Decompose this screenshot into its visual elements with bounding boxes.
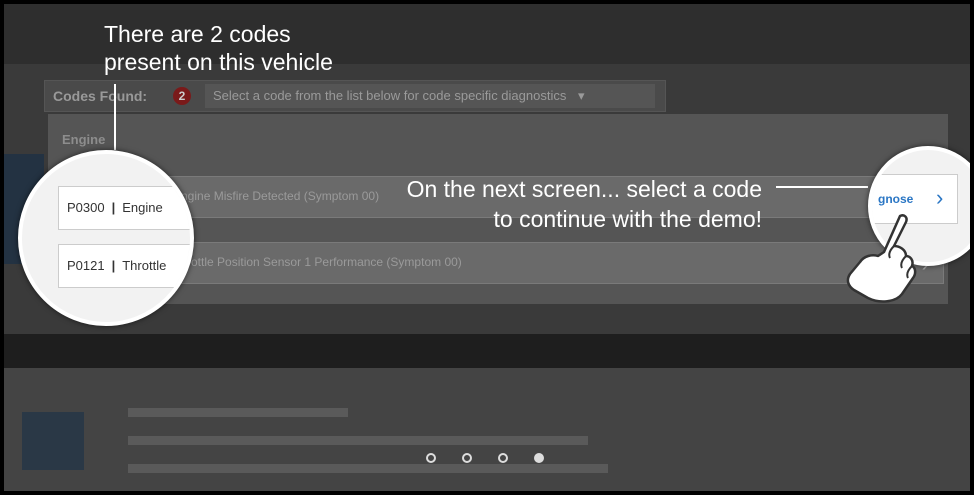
code-row-p0121[interactable]: P0121 | Throttle <box>58 244 190 288</box>
magnifier-codes: P0300 | Engine P0121 | Throttle <box>18 150 194 326</box>
callout-next-line2: to continue with the demo! <box>493 206 763 232</box>
content-line <box>128 408 348 417</box>
code-description: Throttle <box>122 258 167 273</box>
carousel-dot-2[interactable] <box>462 453 472 463</box>
code-select-dropdown[interactable]: Select a code from the list below for co… <box>205 84 655 108</box>
code-description: Throttle Position Sensor 1 Performance (… <box>173 255 462 269</box>
code-id: P0300 <box>67 200 105 215</box>
code-separator: | <box>111 200 116 215</box>
callout-leader-line <box>776 186 868 188</box>
callout-leader-line <box>114 84 116 150</box>
code-id: P0121 <box>67 258 105 273</box>
lower-content <box>4 368 970 491</box>
section-bar <box>4 334 970 368</box>
pointing-hand-icon <box>846 214 917 303</box>
callout-codes-line2: present on this vehicle <box>104 49 333 75</box>
codes-count-badge: 2 <box>173 87 191 105</box>
chevron-down-icon: ▾ <box>577 88 585 103</box>
chevron-right-icon: › <box>936 185 944 210</box>
callout-codes-line1: There are 2 codes <box>104 21 291 47</box>
content-thumbnail <box>22 412 84 470</box>
codes-found-label: Codes Found: <box>53 88 148 104</box>
diagnose-label: gnose <box>878 192 914 206</box>
code-row-p0300[interactable]: P0300 | Engine <box>58 186 190 230</box>
code-separator: | <box>111 258 116 273</box>
carousel-dot-3[interactable] <box>498 453 508 463</box>
content-line <box>128 464 608 473</box>
callout-select-code: On the next screen... select a code to c… <box>294 174 762 234</box>
callout-codes-present: There are 2 codes present on this vehicl… <box>104 20 333 76</box>
carousel-dot-4-active[interactable] <box>534 453 544 463</box>
code-description: Engine <box>122 200 163 215</box>
carousel-dot-1[interactable] <box>426 453 436 463</box>
code-select-placeholder: Select a code from the list below for co… <box>213 88 567 103</box>
tutorial-overlay-frame: Codes Found: 2 Select a code from the li… <box>4 4 970 491</box>
codes-found-bar: Codes Found: 2 Select a code from the li… <box>44 80 666 112</box>
callout-next-line1: On the next screen... select a code <box>406 176 762 202</box>
content-line <box>128 436 588 445</box>
section-heading-engine: Engine <box>62 132 106 147</box>
